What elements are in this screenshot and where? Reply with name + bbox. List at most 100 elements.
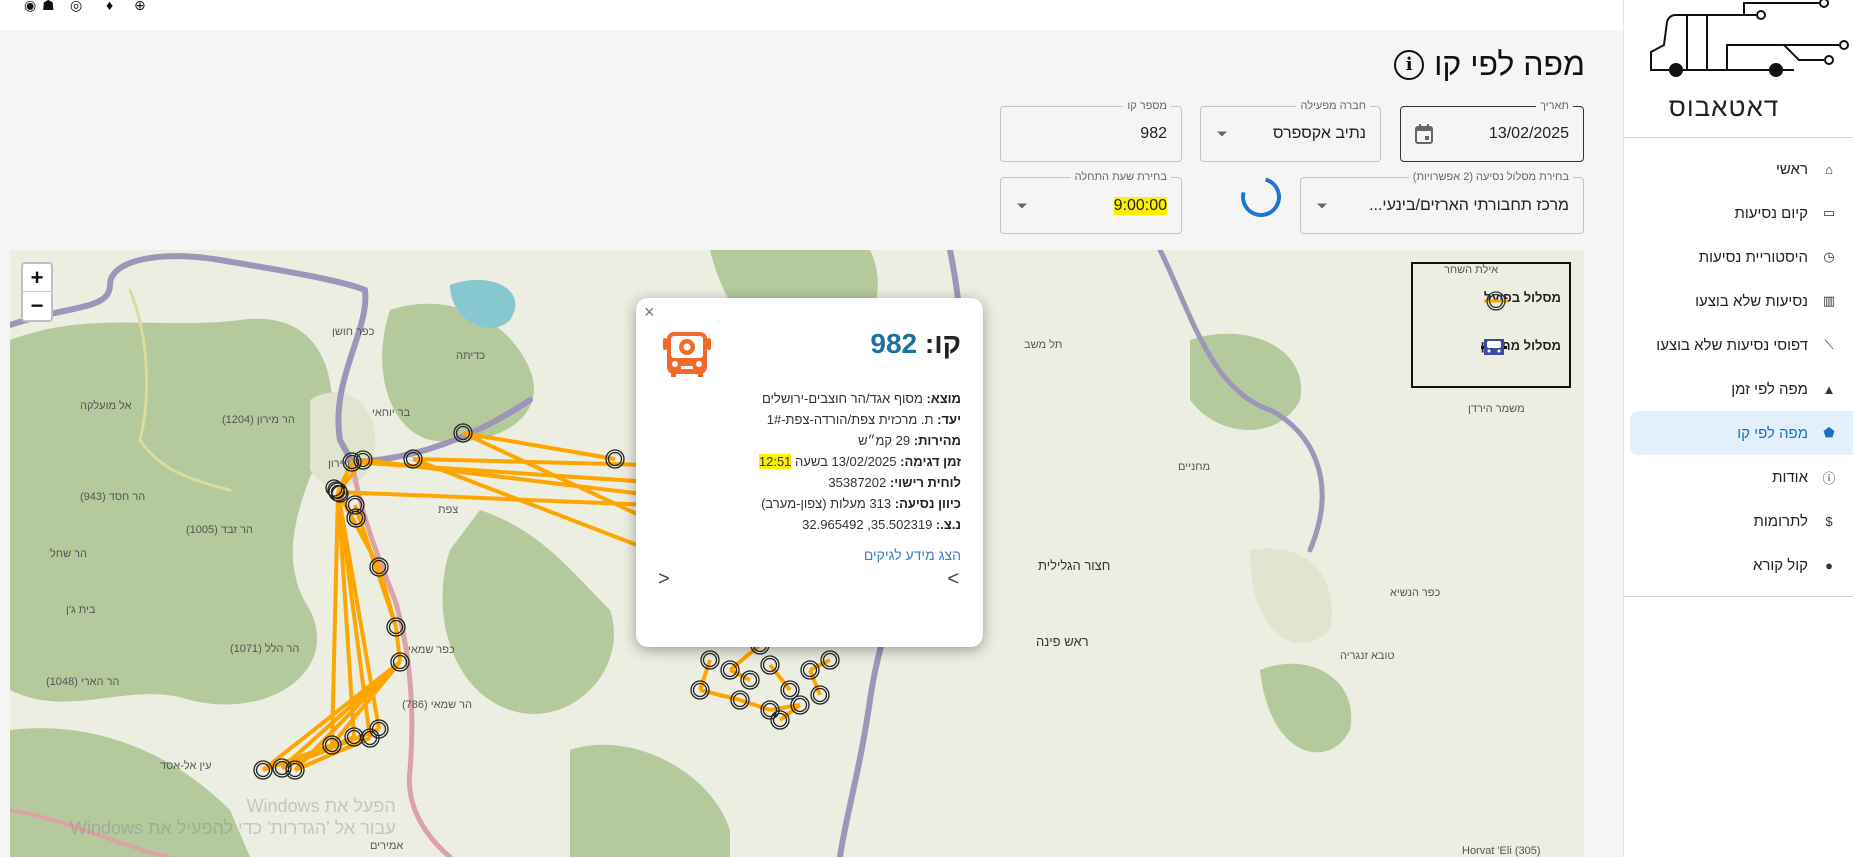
popup-title: קו: 982 [870,328,961,360]
route-label: בחירת מסלול נסיעה (2 אפשרויות) [1408,170,1573,184]
line-number-input[interactable]: מספר קו 982 [1000,99,1182,162]
operator-select[interactable]: חברה מפעילה נתיב אקספרס [1200,99,1381,162]
github-icon[interactable]: ◉ [24,0,36,12]
bus-operator-icon [663,332,711,377]
sidebar-item-1[interactable]: ▭ קיום נסיעות [1624,191,1853,235]
map-place-label: בר יוחאי [372,407,411,419]
popup-line-number: 982 [870,328,918,359]
popup-row-label: לוחית רישוי: [889,475,961,490]
target-icon[interactable]: ◎ [70,0,82,12]
sidebar-item-label: לתרומות [1753,512,1809,530]
popup-row-label: מהירות: [913,433,961,448]
top-toolbar: ◉ ☗ ◎ ♦ ⊕ [0,0,1623,30]
chevron-down-icon [1017,203,1027,208]
zoom-out-button[interactable]: − [23,292,51,320]
watermark-line: הפעל את Windows [246,796,396,816]
sidebar-item-9[interactable]: ● קול קורא [1624,543,1853,587]
info-icon: ⓘ [1822,470,1836,486]
map-place-label: אמירים [370,840,404,852]
line-chart-icon: ⟋ [1824,337,1834,352]
logo: דאטאבוס [1624,0,1853,136]
sidebar-item-5[interactable]: ▲ מפה לפי זמן [1624,367,1853,411]
sidebar-item-label: היסטוריית נסיעות [1698,248,1808,266]
popup-row-value: 313 מעלות (צפון-מערב) [761,496,892,511]
next-button[interactable]: > [947,568,959,591]
sidebar-item-label: ראשי [1776,160,1808,178]
sidebar-item-7[interactable]: ⓘ אודות [1624,455,1853,499]
date-field[interactable]: תאריך 13/02/2025 [1400,99,1584,162]
popup-row-label: כיוון נסיעה: [894,496,961,511]
route-segment [462,431,616,461]
map-place-label: הר הלל (1071) [230,643,300,655]
sidebar-item-0[interactable]: ⌂ ראשי [1624,147,1853,191]
start-time-select[interactable]: בחירת שעת התחלה 9:00:00 [1000,170,1182,234]
sidebar-item-8[interactable]: $ לתרומות [1624,499,1853,543]
operator-label: חברה מפעילה [1296,99,1370,113]
map-place-label: כפר חושן [332,326,375,338]
route-segment [330,491,340,746]
route-select[interactable]: בחירת מסלול נסיעה (2 אפשרויות) מרכז תחבו… [1300,170,1584,234]
sidebar-item-label: נסיעות שלא בוצעו [1695,292,1808,310]
map-place-label: כפר שמאי [408,644,455,656]
popup-details: מוצא: מסוף אגד/הר חוצבים-ירושלים יעד: ת. … [758,388,961,535]
page-title: מפה לפי קו i [1394,46,1585,83]
sidebar-item-label: מפה לפי קו [1737,424,1808,442]
start-time-value: 9:00:00 [1113,196,1167,215]
sidebar-item-4[interactable]: ⟋ דפוסי נסיעות שלא בוצעו [1624,323,1853,367]
globe-icon[interactable]: ⊕ [134,0,146,12]
map-place-label: משמר הירדן [1468,403,1525,415]
popup-row-label: יעד: [937,412,961,427]
sidebar-item-label: קיום נסיעות [1734,204,1808,222]
popup-row: מהירות: 29 קמ״ש [759,430,961,451]
popup-row-highlight: 12:51 [758,454,792,469]
calendar-icon[interactable] [1415,124,1433,144]
dollar-icon: $ [1825,513,1833,529]
radar-icon: ⬟ [1823,425,1835,440]
logo-text: דאטאבוס [1668,93,1780,123]
line-number-label: מספר קו [1123,99,1171,113]
zoom-in-button[interactable]: + [23,264,51,292]
map-place-label: טובא זנגריה [1340,650,1395,662]
popup-row: מוצא: מסוף אגד/הר חוצבים-ירושלים [759,388,961,409]
map-place-label: הר שחל [50,548,88,560]
map-place-label: הר שמאי (786) [402,699,473,711]
sidebar: דאטאבוס ⌂ ראשי ▭ קיום נסיעות ◷ היסטוריית נסיע… [1623,0,1853,857]
bug-icon[interactable]: ☗ [42,0,55,12]
sidebar-item-label: דפוסי נסיעות שלא בוצעו [1656,336,1808,354]
map-place-label: אל מועלקה [80,400,132,412]
popup-title-prefix: קו: [924,328,961,359]
lightbulb-icon[interactable]: ♦ [106,0,113,12]
date-value: 13/02/2025 [1488,125,1569,142]
map-place-label: עין אל-אסד [160,760,212,772]
map-place-label: Horvat 'Eli (305) [1462,845,1541,857]
prev-button[interactable]: < [658,568,670,591]
windows-watermark: הפעל את Windows עבור אל 'הגדרות' כדי להפ… [70,795,396,839]
map-place-label: הר חסד (943) [80,491,146,503]
sidebar-item-6[interactable]: ⬟ מפה לפי קו [1630,411,1853,455]
map-place-label: חצור הגלילית [1038,558,1111,573]
map-place-label: צפת [438,504,459,516]
history-icon: ◷ [1823,249,1835,264]
sidebar-item-label: מפה לפי זמן [1731,380,1808,398]
start-time-label: בחירת שעת התחלה [1070,170,1171,184]
sidebar-item-3[interactable]: ▥ נסיעות שלא בוצעו [1624,279,1853,323]
popup-row: כיוון נסיעה: 313 מעלות (צפון-מערב) [759,493,961,514]
divider [1624,596,1853,597]
show-geek-info-link[interactable]: הצג מידע לגיקים [864,547,961,563]
datebus-logo-icon [1650,0,1849,77]
bulb-icon: ● [1825,557,1833,573]
map-place-label: מירון [328,458,351,470]
popup-row: זמן דגימה: 13/02/2025 בשעה 12:51 [758,451,961,472]
vehicle-popup: × קו: 982 מוצא: מסוף אגד/הר חוצבים-ירושל… [636,298,983,647]
popup-row-value: מסוף אגד/הר חוצבים-ירושלים [762,391,923,406]
chevron-down-icon [1317,203,1327,208]
zoom-control: + − [21,262,53,322]
map-place-label: מחניים [1178,461,1211,473]
watermark-line: עבור אל 'הגדרות' כדי להפעיל את Windows [70,818,396,838]
popup-row: לוחית רישוי: 35387202 [759,472,961,493]
sidebar-item-2[interactable]: ◷ היסטוריית נסיעות [1624,235,1853,279]
close-button[interactable]: × [644,302,655,323]
bus-icon [1480,339,1507,355]
laptop-icon: ▭ [1822,205,1836,220]
info-icon[interactable]: i [1394,49,1425,80]
